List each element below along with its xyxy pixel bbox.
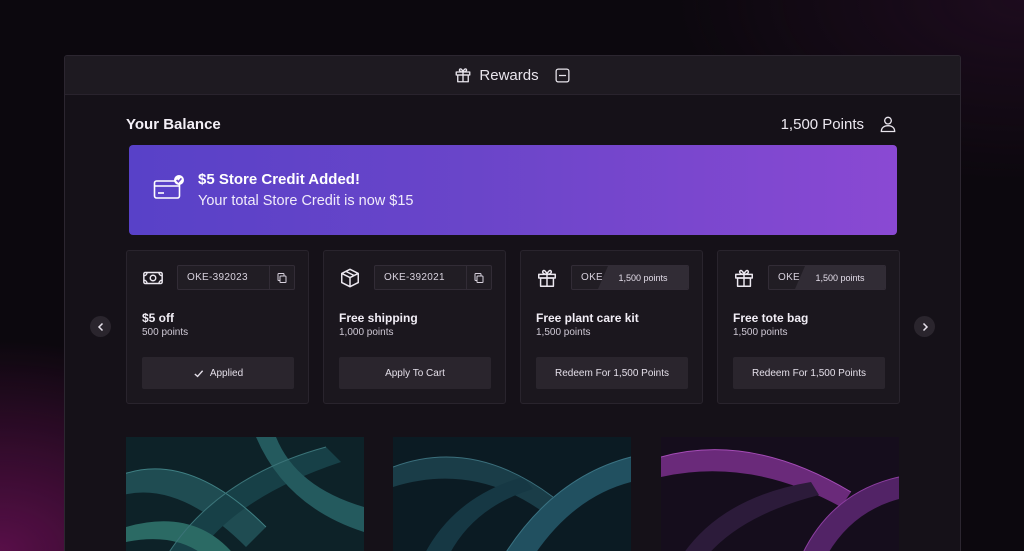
cash-icon bbox=[142, 267, 164, 289]
window-title: Rewards bbox=[479, 66, 539, 84]
banner-subtext: Your total Store Credit is now $15 bbox=[198, 193, 414, 209]
balance-row: Your Balance 1,500 Points bbox=[126, 112, 898, 136]
reward-action-label: Redeem For 1,500 Points bbox=[752, 367, 866, 379]
package-icon bbox=[339, 267, 361, 289]
plant-photo-1[interactable] bbox=[126, 437, 364, 551]
reward-name: Free plant care kit bbox=[536, 311, 639, 325]
store-credit-banner: $5 Store Credit Added! Your total Store … bbox=[129, 145, 897, 235]
plant-photo-3[interactable] bbox=[661, 437, 899, 551]
coupon-code: OKE bbox=[778, 272, 801, 283]
carousel-next-button[interactable] bbox=[914, 316, 935, 337]
plant-photo-2[interactable] bbox=[393, 437, 631, 551]
reward-action-label: Apply To Cart bbox=[385, 367, 445, 379]
coupon-code-box: OKE-392023 bbox=[177, 265, 295, 290]
reward-points: 1,000 points bbox=[339, 327, 394, 338]
chevron-left-icon bbox=[97, 322, 103, 331]
coupon-code: OKE bbox=[581, 272, 604, 283]
reward-name: Free shipping bbox=[339, 311, 418, 325]
reward-name: Free tote bag bbox=[733, 311, 809, 325]
balance-points: 1,500 Points bbox=[780, 115, 864, 133]
coupon-code: OKE-392021 bbox=[384, 272, 445, 283]
locked-code-box: OKE 1,500 points bbox=[571, 265, 689, 290]
chevron-right-icon bbox=[922, 322, 928, 331]
banner-heading: $5 Store Credit Added! bbox=[198, 171, 360, 188]
balance-label: Your Balance bbox=[126, 115, 221, 133]
reward-card-tote-bag: OKE 1,500 points Free tote bag 1,500 poi… bbox=[717, 250, 900, 404]
credit-card-check-icon bbox=[153, 173, 185, 203]
reward-points: 500 points bbox=[142, 327, 189, 338]
gift-icon bbox=[454, 66, 472, 84]
reward-points: 1,500 points bbox=[733, 327, 788, 338]
coupon-code: OKE-392023 bbox=[187, 272, 248, 283]
points-required-tag: 1,500 points bbox=[795, 266, 885, 289]
copy-icon[interactable] bbox=[466, 266, 491, 289]
carousel-prev-button[interactable] bbox=[90, 316, 111, 337]
points-required-tag: 1,500 points bbox=[598, 266, 688, 289]
applied-button[interactable]: Applied bbox=[142, 357, 294, 389]
copy-icon[interactable] bbox=[269, 266, 294, 289]
check-icon bbox=[194, 369, 203, 377]
reward-action-label: Redeem For 1,500 Points bbox=[555, 367, 669, 379]
reward-card-5-off: OKE-392023 $5 off 500 points Applied bbox=[126, 250, 309, 404]
balance-summary: 1,500 Points bbox=[781, 114, 898, 134]
reward-card-plant-care-kit: OKE 1,500 points Free plant care kit 1,5… bbox=[520, 250, 703, 404]
redeem-button[interactable]: Redeem For 1,500 Points bbox=[536, 357, 688, 389]
title-bar: Rewards bbox=[65, 56, 960, 95]
gift-icon bbox=[733, 267, 755, 289]
coupon-code-box: OKE-392021 bbox=[374, 265, 492, 290]
reward-action-label: Applied bbox=[209, 367, 244, 379]
apply-to-cart-button[interactable]: Apply To Cart bbox=[339, 357, 491, 389]
reward-points: 1,500 points bbox=[536, 327, 591, 338]
locked-code-box: OKE 1,500 points bbox=[768, 265, 886, 290]
reward-card-free-shipping: OKE-392021 Free shipping 1,000 points Ap… bbox=[323, 250, 506, 404]
user-icon[interactable] bbox=[878, 114, 898, 134]
rewards-window: Rewards Your Balance 1,500 Points $5 Sto… bbox=[64, 55, 961, 551]
reward-name: $5 off bbox=[142, 311, 175, 325]
gift-icon bbox=[536, 267, 558, 289]
minimize-icon[interactable] bbox=[554, 67, 571, 84]
redeem-button[interactable]: Redeem For 1,500 Points bbox=[733, 357, 885, 389]
